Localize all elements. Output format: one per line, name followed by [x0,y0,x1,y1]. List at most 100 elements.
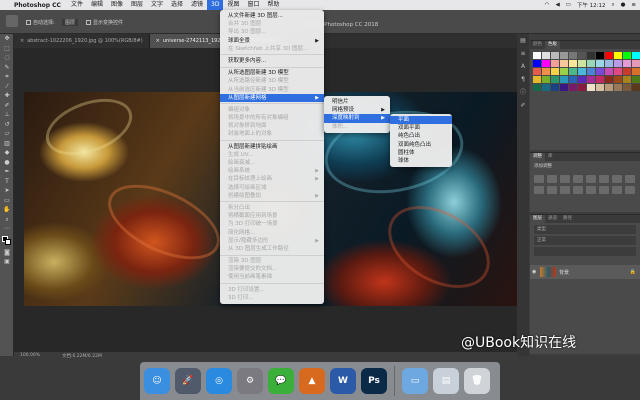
lasso-icon[interactable]: ◌ [0,53,14,63]
info-icon[interactable]: ⓘ [517,86,529,99]
clock[interactable]: 下午 12:12 [577,1,606,9]
tab-color[interactable]: 颜色 [530,41,545,49]
menu-3d[interactable]: 3D [207,0,224,10]
menu-image[interactable]: 图像 [107,0,127,10]
depth-item-0[interactable]: 平面 [390,116,452,125]
tab-adjustments[interactable]: 调整 [530,153,545,161]
word-icon[interactable]: W [330,368,356,394]
color-swatch[interactable] [632,52,640,59]
brush-icon[interactable]: ✐ [0,101,14,111]
paragraph-icon[interactable]: ¶ [517,73,529,86]
marquee-icon[interactable]: ⬚ [0,44,14,54]
color-swatch[interactable] [623,60,631,67]
doc-info[interactable]: 文档:6.22M/6.22M [62,353,102,359]
move-icon[interactable]: ✥ [0,34,14,44]
color-swatch[interactable] [596,76,604,83]
color-swatch[interactable] [614,60,622,67]
menu-help[interactable]: 帮助 [264,0,284,10]
gradient-icon[interactable]: ▥ [0,139,14,149]
healing-icon[interactable]: ✚ [0,91,14,101]
color-swatch[interactable] [578,60,586,67]
hand-icon[interactable]: ✋ [0,205,14,215]
trash-icon[interactable]: 🗑 [464,368,490,394]
menu-3d-item-0[interactable]: 从文件新建 3D 图层... [220,12,324,20]
color-swatch[interactable] [560,68,568,75]
selective-color-icon[interactable] [625,186,635,194]
tab-paths[interactable]: 路径 [560,215,575,223]
menu-edit[interactable]: 编辑 [87,0,107,10]
color-swatch[interactable] [578,68,586,75]
color-swatch[interactable] [614,84,622,91]
history-icon[interactable]: ▤ [517,34,529,47]
pen-icon[interactable]: ✒ [0,167,14,177]
tab-swatches[interactable]: 色板 [545,41,560,49]
stamp-icon[interactable]: ⊥ [0,110,14,120]
color-swatch[interactable] [569,68,577,75]
color-swatch[interactable] [542,76,550,83]
color-swatch[interactable] [623,76,631,83]
move-tool-icon[interactable] [6,15,18,27]
color-swatch[interactable] [542,84,550,91]
eyedropper-icon[interactable]: ⁄ [0,82,14,92]
color-swatch[interactable] [632,60,640,67]
quick-mask-icon[interactable]: ◙ [0,248,14,258]
bw-icon[interactable] [625,175,635,183]
color-swatch[interactable] [587,52,595,59]
close-icon[interactable]: × [156,38,160,44]
color-swatch[interactable] [533,60,541,67]
color-balance-icon[interactable] [612,175,622,183]
swatch-grid[interactable] [530,49,640,94]
color-swatch[interactable] [596,60,604,67]
color-swatch[interactable] [587,84,595,91]
auto-select-checkbox[interactable]: 自动选择: [26,19,55,26]
tab-abstract[interactable]: × abstract-1022206_1920.jpg @ 100%(RGB/8#… [14,34,150,48]
color-swatch[interactable] [623,84,631,91]
color-swatch[interactable] [551,84,559,91]
color-swatch[interactable] [614,76,622,83]
color-swatch[interactable] [569,76,577,83]
color-swatch[interactable] [542,68,550,75]
wifi-icon[interactable]: ◠ [545,2,550,8]
shape-icon[interactable]: ▭ [0,196,14,206]
type-icon[interactable]: T [0,177,14,187]
menu-3d-item-3[interactable]: 球面全景 ▶ [220,37,324,45]
wechat-icon[interactable]: 💬 [268,368,294,394]
color-swatch[interactable] [533,84,541,91]
color-swatch[interactable] [596,84,604,91]
character-icon[interactable]: A [517,60,529,73]
auto-select-dropdown[interactable]: 图层 [62,19,79,26]
color-swatch[interactable] [569,52,577,59]
color-swatch[interactable] [551,52,559,59]
color-swatch[interactable] [605,84,613,91]
color-swatch[interactable] [578,52,586,59]
mesh-item-2[interactable]: 深度映射到 ▶ [324,114,390,123]
zoom-level[interactable]: 100.00% [20,353,40,358]
photo-filter-icon[interactable] [534,186,544,194]
path-select-icon[interactable]: ➤ [0,186,14,196]
color-swatch[interactable] [623,52,631,59]
curves-icon[interactable] [560,175,570,183]
quick-select-icon[interactable]: ✎ [0,63,14,73]
color-swatch[interactable] [605,52,613,59]
close-icon[interactable]: × [20,38,24,44]
color-swatch[interactable] [533,76,541,83]
color-swatch[interactable] [614,52,622,59]
system-preferences-icon[interactable]: ⚙ [237,368,263,394]
crop-icon[interactable]: ⌗ [0,72,14,82]
blur-icon[interactable]: ◆ [0,148,14,158]
threshold-icon[interactable] [599,186,609,194]
menu-3d-item-6[interactable]: 获取更多内容... [220,57,324,65]
volume-icon[interactable]: ◀ [555,2,559,8]
menu-3d-item-18[interactable]: 从图层新建拼贴绘画 [220,143,324,151]
color-swatch[interactable] [614,68,622,75]
screen-mode-icon[interactable]: ▣ [0,257,14,267]
channel-mixer-icon[interactable] [547,186,557,194]
search-icon[interactable]: ⌕ [611,2,614,9]
user-icon[interactable]: ● [621,2,626,8]
blend-mode-select[interactable]: 正常 [534,236,636,245]
list-icon[interactable]: ≡ [631,2,636,8]
exposure-icon[interactable] [573,175,583,183]
gradient-map-icon[interactable] [612,186,622,194]
safari-icon[interactable]: ◎ [206,368,232,394]
properties-icon[interactable]: ≡ [517,47,529,60]
